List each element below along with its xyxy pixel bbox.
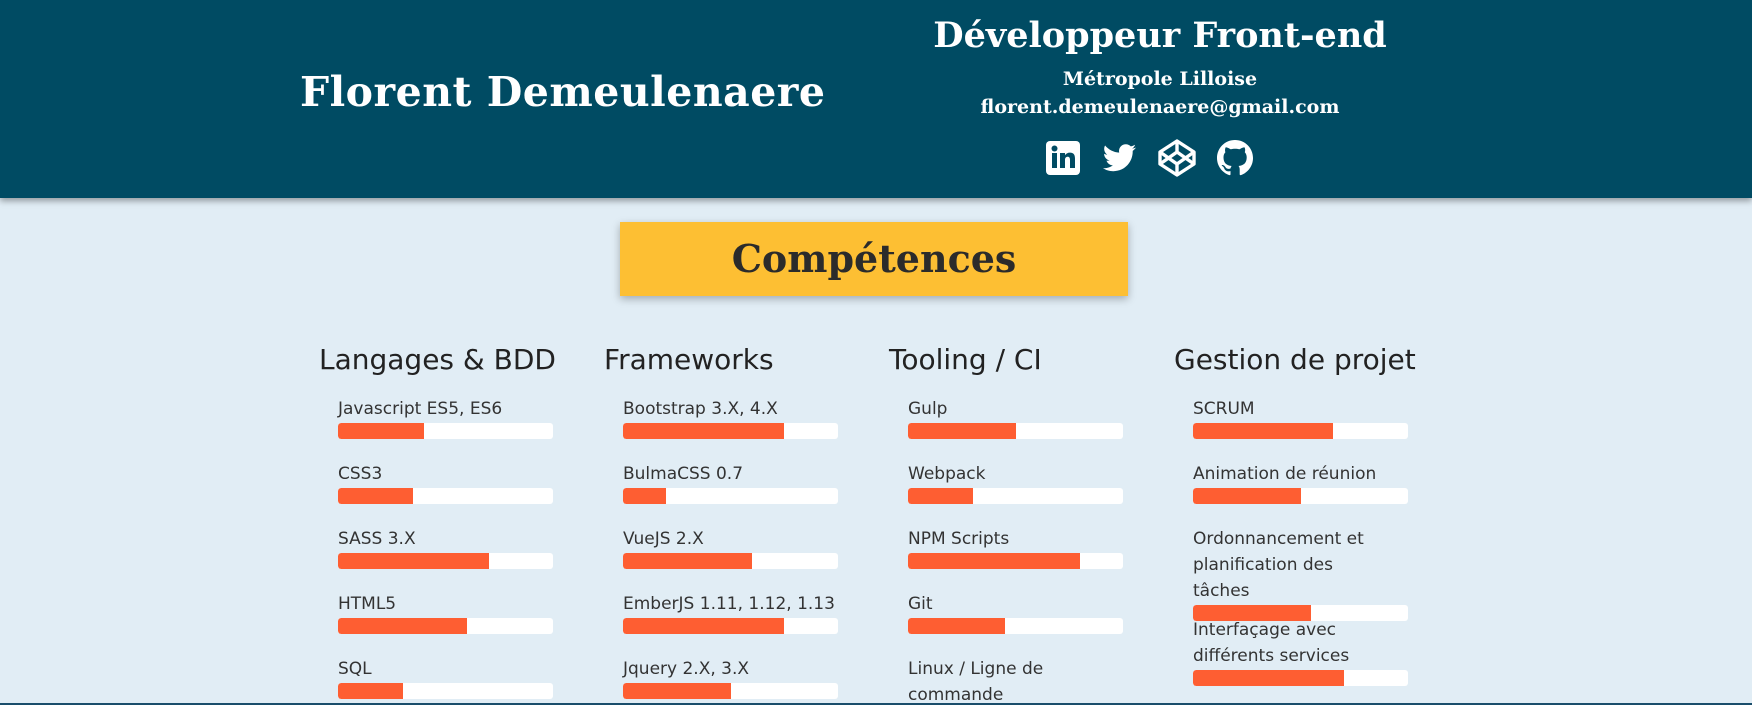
skill-item: Javascript ES5, ES6 (338, 396, 568, 439)
column-title: Frameworks (604, 343, 774, 376)
skill-bar-fill (338, 553, 489, 569)
skill-label: Gulp (908, 399, 948, 419)
skill-item: NPM Scripts (908, 526, 1138, 569)
skill-label: Interfaçage avec différents services (1193, 620, 1350, 666)
skill-label: SCRUM (1193, 399, 1255, 419)
location: Métropole Lilloise (1062, 68, 1258, 90)
skill-bar (338, 488, 553, 504)
skill-bar (338, 423, 553, 439)
developer-name: Florent Demeulenaere (300, 68, 826, 116)
skill-bar (908, 553, 1123, 569)
skill-item: SQL (338, 656, 568, 699)
github-icon[interactable] (1215, 138, 1255, 178)
skill-bar (908, 618, 1123, 634)
skill-bar-fill (338, 683, 403, 699)
linkedin-icon[interactable] (1043, 138, 1083, 178)
skill-bar-fill (1193, 423, 1333, 439)
header: Florent Demeulenaere Développeur Front-e… (0, 0, 1752, 198)
skill-item: Git (908, 591, 1138, 634)
skill-label: CSS3 (338, 464, 383, 484)
skills-section-title: Compétences (620, 222, 1128, 296)
skill-label: Animation de réunion (1193, 464, 1377, 484)
column-title: Langages & BDD (319, 343, 556, 376)
skill-bar (338, 618, 553, 634)
skill-bar (338, 553, 553, 569)
skill-bar-fill (1193, 488, 1301, 504)
skill-bar-fill (338, 618, 467, 634)
skill-column-project-management: Gestion de projet SCRUM Animation de réu… (1174, 340, 1444, 686)
skill-item: HTML5 (338, 591, 568, 634)
skill-item: Interfaçage avec différents services (1193, 617, 1408, 686)
skill-bar (623, 618, 838, 634)
skill-bar (623, 553, 838, 569)
skill-bar-fill (908, 618, 1005, 634)
skill-label: Linux / Ligne de commande (908, 659, 1044, 705)
skill-bar (1193, 423, 1408, 439)
skill-label: Ordonnancement et planification des tâch… (1193, 529, 1364, 601)
skill-label: HTML5 (338, 594, 397, 614)
skill-label: SASS 3.X (338, 529, 416, 549)
skill-bar-fill (908, 553, 1080, 569)
column-title: Tooling / CI (889, 343, 1042, 376)
skill-bar (908, 488, 1123, 504)
skill-item: Jquery 2.X, 3.X (623, 656, 853, 699)
skill-item: VueJS 2.X (623, 526, 853, 569)
skill-label: Javascript ES5, ES6 (338, 399, 503, 419)
skill-bar-fill (338, 488, 414, 504)
skill-item: Bootstrap 3.X, 4.X (623, 396, 853, 439)
skill-item: Ordonnancement et planification des tâch… (1193, 526, 1408, 621)
skill-label: EmberJS 1.11, 1.12, 1.13 (623, 594, 835, 614)
skill-column-languages: Langages & BDD Javascript ES5, ES6 CSS3 … (319, 340, 589, 699)
skill-bar-fill (908, 488, 973, 504)
skill-label: NPM Scripts (908, 529, 1010, 549)
skill-label: VueJS 2.X (623, 529, 704, 549)
skill-item: Gulp (908, 396, 1138, 439)
job-title: Développeur Front-end (933, 15, 1387, 56)
skill-bar (623, 683, 838, 699)
email-address[interactable]: florent.demeulenaere@gmail.com (880, 94, 1440, 120)
skill-bar-fill (623, 553, 752, 569)
skill-bar (908, 423, 1123, 439)
skill-label: Bootstrap 3.X, 4.X (623, 399, 778, 419)
skill-item: Animation de réunion (1193, 461, 1423, 504)
skill-item: SASS 3.X (338, 526, 568, 569)
skill-bar-fill (623, 423, 785, 439)
skill-item: EmberJS 1.11, 1.12, 1.13 (623, 591, 853, 634)
skill-bar (1193, 670, 1408, 686)
column-title: Gestion de projet (1174, 343, 1416, 376)
codepen-icon[interactable] (1157, 138, 1197, 178)
skill-bar-fill (338, 423, 424, 439)
skill-bar (338, 683, 553, 699)
skill-bar (1193, 488, 1408, 504)
skill-column-tooling: Tooling / CI Gulp Webpack NPM Scripts Gi… (889, 340, 1159, 705)
skill-label: Webpack (908, 464, 986, 484)
twitter-icon[interactable] (1099, 138, 1139, 178)
skill-bar-fill (623, 683, 731, 699)
skill-item: Webpack (908, 461, 1138, 504)
skill-item: CSS3 (338, 461, 568, 504)
skill-label: SQL (338, 659, 372, 679)
skill-bar-fill (623, 618, 785, 634)
skill-label: Git (908, 594, 933, 614)
skill-item: Linux / Ligne de commande (908, 656, 1068, 705)
skill-label: Jquery 2.X, 3.X (623, 659, 750, 679)
skill-label: BulmaCSS 0.7 (623, 464, 744, 484)
skill-item: BulmaCSS 0.7 (623, 461, 853, 504)
skill-bar-fill (908, 423, 1016, 439)
skill-item: SCRUM (1193, 396, 1423, 439)
skill-bar-fill (623, 488, 666, 504)
skill-bar-fill (1193, 670, 1344, 686)
skill-bar (623, 488, 838, 504)
skill-bar (623, 423, 838, 439)
skill-column-frameworks: Frameworks Bootstrap 3.X, 4.X BulmaCSS 0… (604, 340, 874, 699)
